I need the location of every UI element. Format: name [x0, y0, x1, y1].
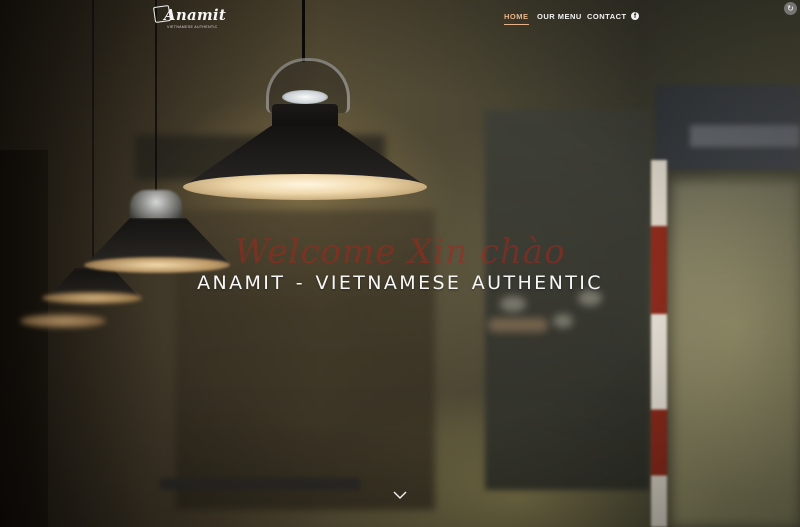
hero-title: ANAMIT - VIETNAMESE AUTHENTIC [197, 272, 603, 294]
main-nav: HOME OUR MENU CONTACT [0, 12, 800, 30]
hero-script-welcome: Welcome Xin chào [234, 232, 566, 272]
nav-home[interactable]: HOME [504, 12, 529, 25]
nav-our-menu[interactable]: OUR MENU [537, 12, 582, 21]
facebook-icon[interactable]: f [631, 12, 639, 20]
nav-contact[interactable]: CONTACT [587, 12, 627, 21]
refresh-icon[interactable]: ↻ [784, 2, 797, 15]
site-header: Anamit VIETNAMESE AUTHENTIC HOME OUR MEN… [0, 0, 800, 36]
chevron-down-icon[interactable] [393, 488, 407, 502]
